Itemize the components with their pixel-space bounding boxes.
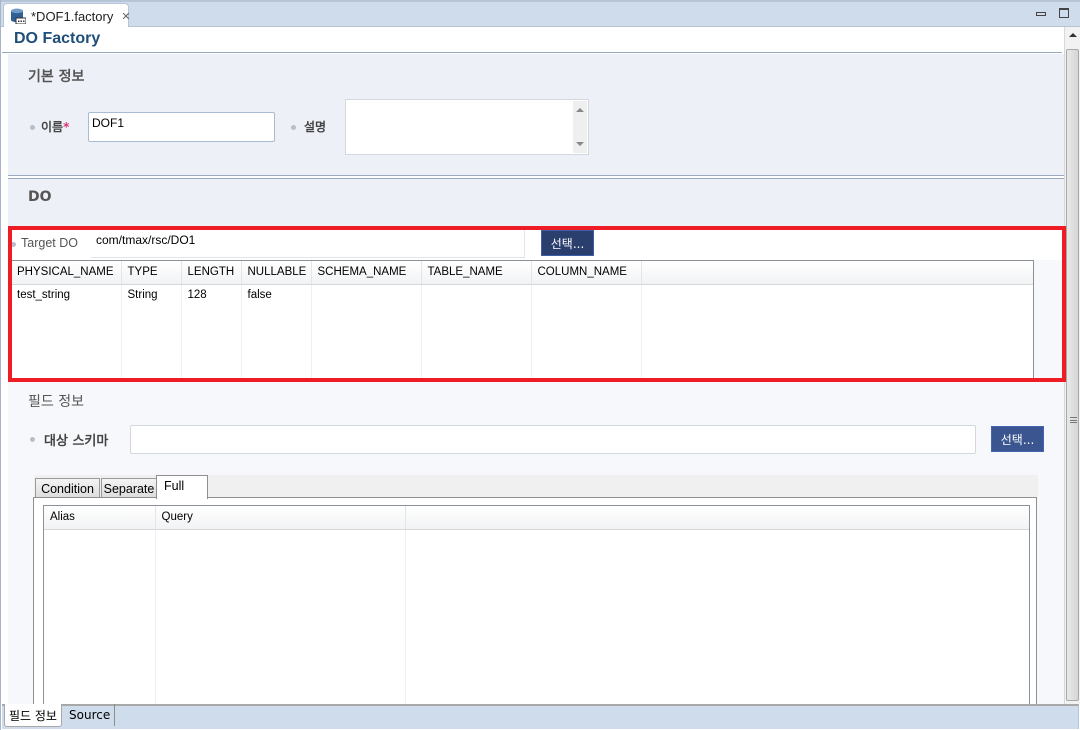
form-header: DO Factory [2,27,1062,53]
column-header[interactable]: NULLABLE [241,261,312,285]
maximize-icon[interactable] [1059,8,1069,18]
minimize-icon[interactable] [1036,12,1046,16]
target-do-label: Target DO [21,236,78,250]
bullet-icon [30,437,35,442]
page-title: DO Factory [14,30,101,47]
tab-separate[interactable]: Separate [101,478,157,498]
column-header[interactable]: LENGTH [181,261,242,285]
scroll-up-icon[interactable] [1069,33,1077,37]
table-cell [531,284,642,306]
column-header[interactable]: COLUMN_NAME [531,261,642,285]
table-cell [121,306,182,378]
scrollbar-thumb[interactable] [1066,49,1079,701]
table-cell [311,306,422,378]
bullet-icon [11,242,16,247]
target-do-select-button[interactable]: 선택... [541,230,594,256]
name-label: 이름* [41,118,69,135]
description-textarea[interactable] [345,99,589,155]
table-cell: String [121,284,182,306]
description-label: 설명 [304,120,327,134]
table-cell [531,306,642,378]
table-cell [181,306,242,378]
query-table: Alias Query [43,505,1030,715]
table-cell [405,529,1029,709]
editor-window: *DOF1.factory ✕ DO Factory 기본 정보 이름* DOF… [0,0,1080,730]
table-header-row: Alias Query [44,506,1029,530]
table-cell [641,306,1033,378]
close-icon[interactable]: ✕ [121,10,130,23]
field-info-title: 필드 정보 [28,394,84,410]
table-cell [421,284,532,306]
schema-select-button[interactable]: 선택... [991,426,1044,452]
column-header[interactable]: PHYSICAL_NAME [11,261,122,285]
scroll-up-icon[interactable] [576,108,584,112]
table-cell: false [241,284,312,306]
table-cell [241,306,312,378]
basic-info-title: 기본 정보 [28,69,85,85]
required-mark: * [63,120,70,134]
column-header[interactable]: Query [155,506,406,530]
do-section-header [8,179,1064,227]
column-header[interactable]: Alias [44,506,156,530]
do-section-title: DO [28,189,52,205]
vertical-scrollbar[interactable] [1064,27,1080,704]
tab-condition[interactable]: Condition [35,478,100,498]
table-header-row: PHYSICAL_NAME TYPE LENGTH NULLABLE SCHEM… [11,261,1033,285]
table-cell [155,529,406,709]
table-row[interactable]: test_string String 128 false [11,284,1033,306]
schema-label: 대상 스키마 [44,434,109,449]
table-cell: test_string [11,284,122,306]
column-header[interactable]: SCHEMA_NAME [311,261,422,285]
table-cell [311,284,422,306]
bullet-icon [30,125,35,130]
scroll-down-icon[interactable] [576,142,584,146]
target-do-input[interactable]: com/tmax/rsc/DO1 [91,230,525,258]
do-columns-table: PHYSICAL_NAME TYPE LENGTH NULLABLE SCHEM… [10,260,1034,380]
tab-field-info[interactable]: 필드 정보 [4,704,62,727]
editor-tab-dof1[interactable]: *DOF1.factory ✕ [3,3,131,28]
table-empty-area [44,529,1029,709]
table-empty-area [11,306,1033,378]
column-header[interactable]: TYPE [121,261,182,285]
column-header [405,506,1029,530]
tab-source[interactable]: Source [65,704,116,726]
table-cell [421,306,532,378]
grip-icon [1070,417,1077,423]
table-cell: 128 [181,284,242,306]
editor-tab-bar: *DOF1.factory ✕ [1,0,1080,28]
bullet-icon [291,125,296,130]
column-header [641,261,1033,285]
textarea-scrollbar[interactable] [573,101,587,153]
table-cell [44,529,156,709]
name-input[interactable]: DOF1 [88,112,275,142]
table-cell [641,284,1033,306]
tab-full[interactable]: Full [156,475,208,499]
column-header[interactable]: TABLE_NAME [421,261,532,285]
editor-tab-title: *DOF1.factory [31,8,114,24]
table-cell [11,306,122,378]
schema-input[interactable] [130,425,976,454]
database-icon [10,8,27,25]
bottom-tab-bar [2,704,1079,729]
name-label-text: 이름 [41,120,64,134]
full-tab-panel: Alias Query [33,497,1037,715]
